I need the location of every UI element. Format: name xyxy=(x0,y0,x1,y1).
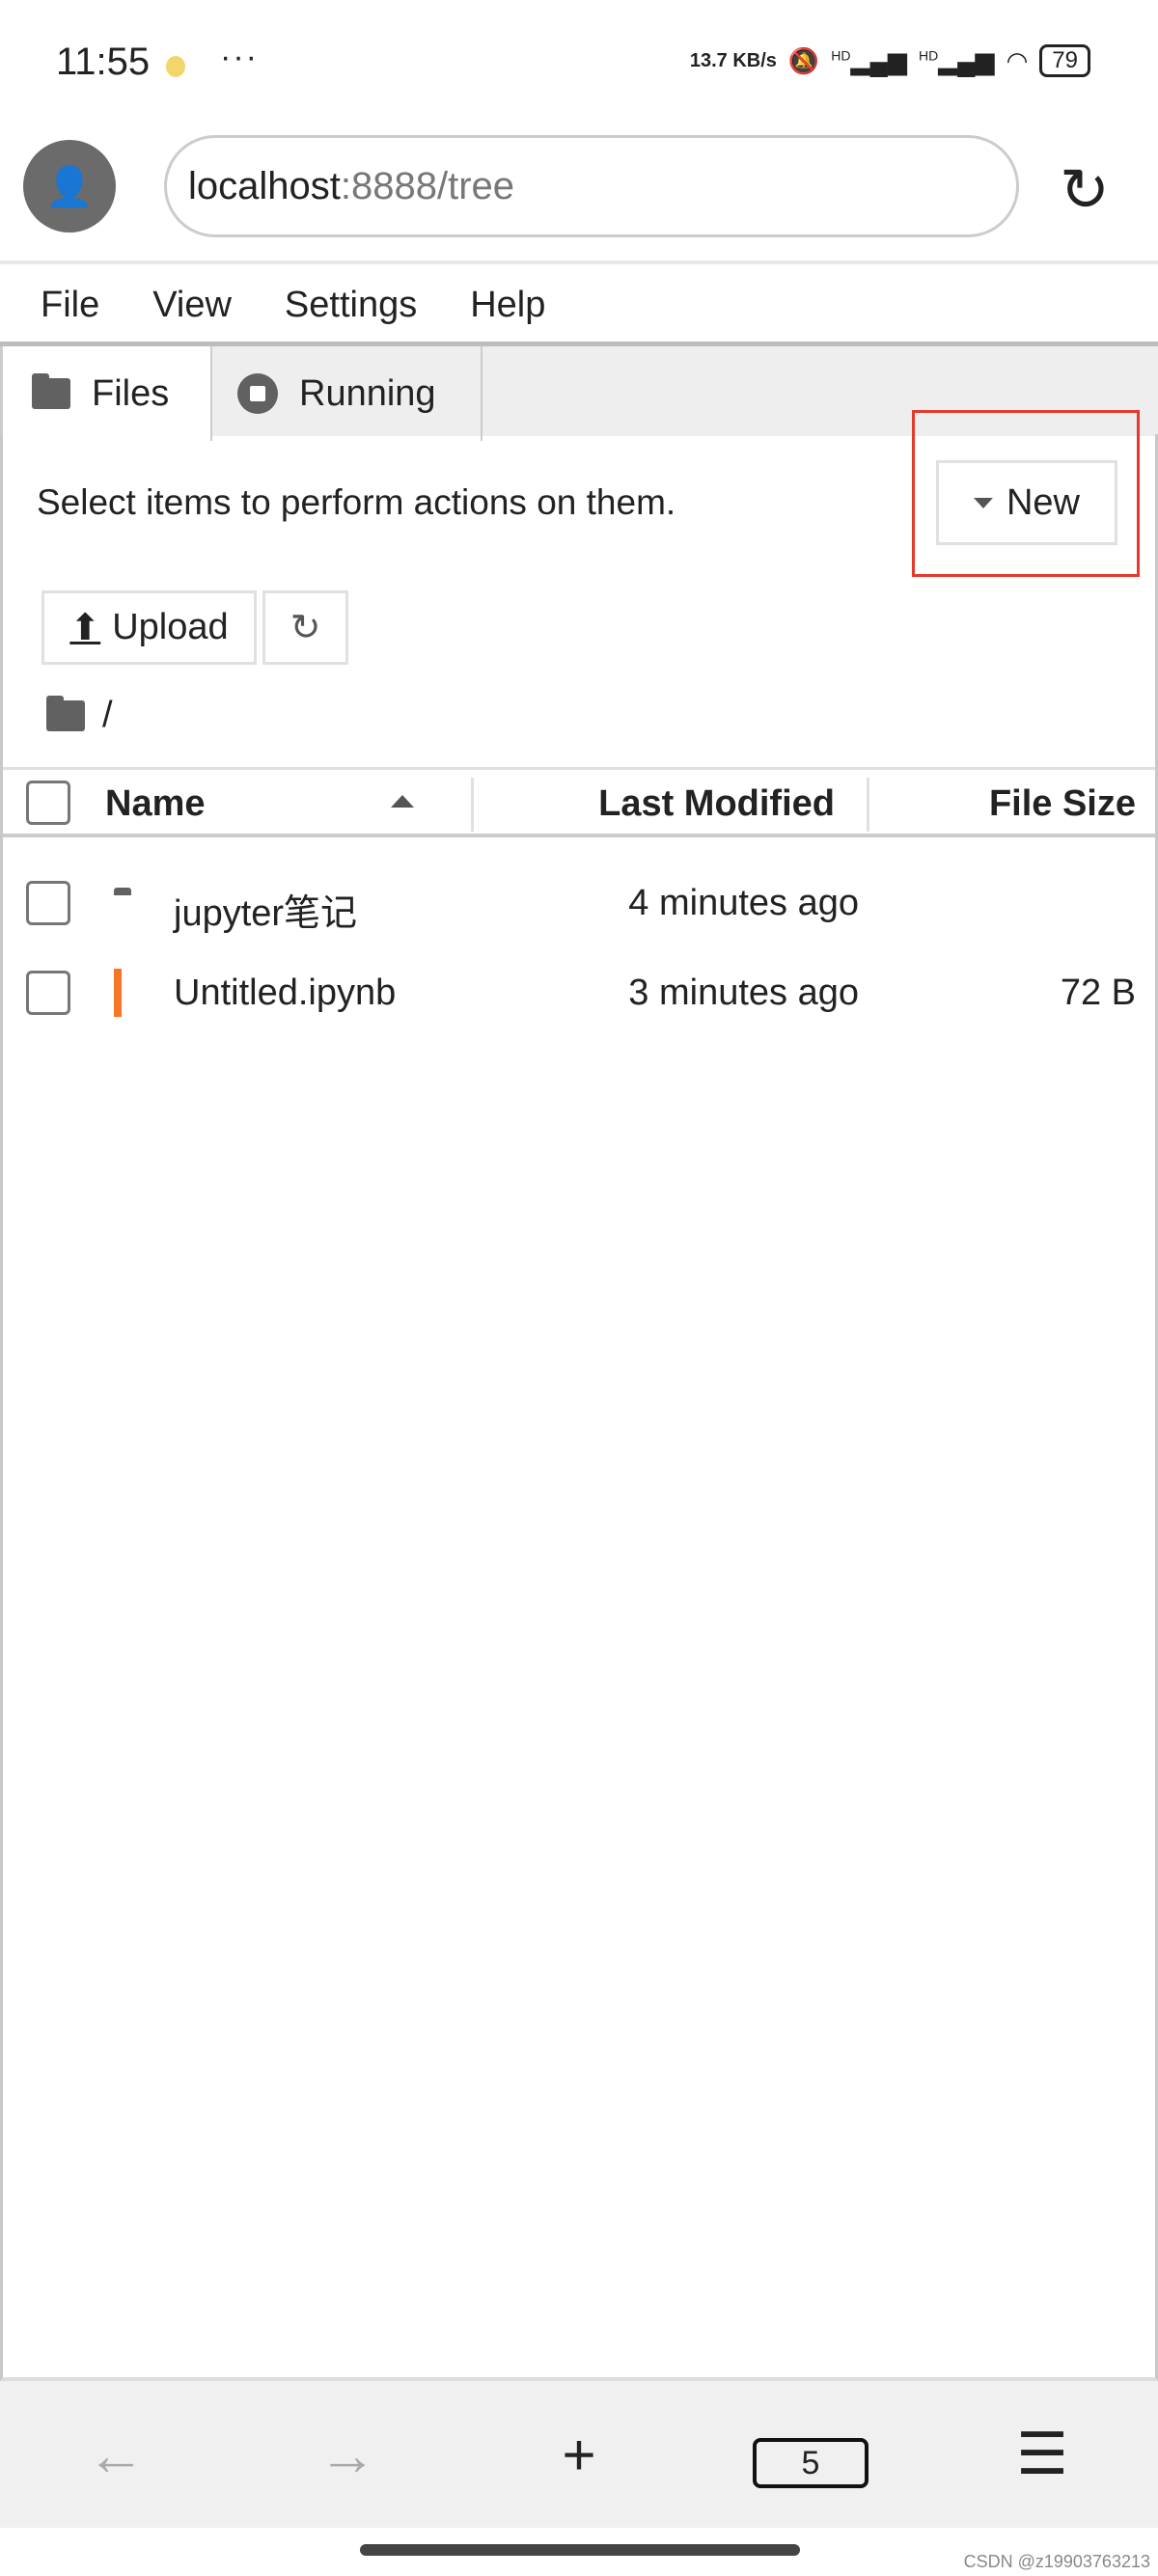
more-notifications-icon: ··· xyxy=(220,39,259,75)
selection-hint: Select items to perform actions on them. xyxy=(37,482,676,522)
url-host: localhost xyxy=(188,165,341,207)
breadcrumb[interactable]: / xyxy=(46,695,113,736)
upload-button[interactable]: ⬆ Upload xyxy=(41,590,257,665)
row-checkbox[interactable] xyxy=(26,971,70,1015)
tab-label: Running xyxy=(299,372,436,414)
row-checkbox[interactable] xyxy=(26,881,70,925)
signal-icon: HD▂▄▆ xyxy=(918,45,995,75)
tab-label: Files xyxy=(92,372,170,414)
column-divider[interactable] xyxy=(471,778,474,832)
status-icons: 13.7 KB/s 🔕 HD▂▄▆ HD▂▄▆ ◠ 79 xyxy=(690,44,1090,77)
last-modified: 3 minutes ago xyxy=(628,973,859,1013)
folder-icon xyxy=(32,373,70,409)
menu-icon[interactable]: ☰ xyxy=(984,2421,1100,2488)
browser-bottom-nav: ← → + 5 ☰ xyxy=(0,2381,1158,2528)
signal-icon: HD▂▄▆ xyxy=(831,45,907,75)
notification-icon xyxy=(166,56,185,77)
breadcrumb-root[interactable]: / xyxy=(102,695,113,736)
last-modified: 4 minutes ago xyxy=(628,883,859,923)
divider xyxy=(0,260,1158,264)
menu-settings[interactable]: Settings xyxy=(285,275,443,343)
url-path: :8888/tree xyxy=(340,165,515,207)
clock: 11:55 xyxy=(56,41,151,83)
tab-count: 5 xyxy=(753,2438,868,2488)
highlight-box xyxy=(912,410,1140,577)
tab-running[interactable]: Running xyxy=(210,346,482,441)
status-bar: 11:55 ··· 13.7 KB/s 🔕 HD▂▄▆ HD▂▄▆ ◠ 79 xyxy=(0,0,1158,125)
refresh-button[interactable]: ↻ xyxy=(262,590,348,665)
column-divider[interactable] xyxy=(867,778,869,832)
menu-help[interactable]: Help xyxy=(470,275,571,343)
menu-file[interactable]: File xyxy=(0,275,125,343)
home-indicator[interactable] xyxy=(360,2544,800,2556)
sort-ascending-icon[interactable] xyxy=(391,795,414,808)
upload-label: Upload xyxy=(112,607,229,647)
profile-avatar[interactable]: 👤 xyxy=(23,140,116,233)
mute-icon: 🔕 xyxy=(787,45,820,75)
file-name[interactable]: Untitled.ipynb xyxy=(174,973,396,1014)
upload-icon: ⬆ xyxy=(69,608,101,648)
folder-icon xyxy=(46,695,85,731)
tabs-button[interactable]: 5 xyxy=(753,2421,868,2488)
back-icon[interactable]: ← xyxy=(58,2422,174,2488)
new-tab-icon[interactable]: + xyxy=(521,2422,637,2488)
table-row[interactable]: jupyter笔记 4 minutes ago xyxy=(3,862,1155,948)
reload-icon[interactable]: ↻ xyxy=(1060,154,1110,225)
address-bar[interactable]: localhost:8888/tree xyxy=(164,135,1019,237)
select-all-checkbox[interactable] xyxy=(26,781,70,825)
stop-circle-icon xyxy=(237,373,278,414)
watermark: CSDN @z19903763213 xyxy=(963,2552,1150,2571)
net-speed: 13.7 KB/s xyxy=(689,50,777,71)
refresh-icon: ↻ xyxy=(290,608,321,648)
table-header: Name Last Modified File Size xyxy=(3,767,1155,837)
wifi-icon: ◠ xyxy=(1006,45,1029,75)
file-browser-panel xyxy=(0,434,1158,2381)
forward-icon[interactable]: → xyxy=(290,2422,405,2488)
header-file-size[interactable]: File Size xyxy=(989,783,1136,825)
header-last-modified[interactable]: Last Modified xyxy=(598,783,835,825)
table-row[interactable]: Untitled.ipynb 3 minutes ago 72 B xyxy=(3,951,1155,1038)
menu-bar: File View Settings Help xyxy=(0,275,571,343)
header-name[interactable]: Name xyxy=(105,783,206,825)
notebook-icon xyxy=(114,969,122,1017)
menu-view[interactable]: View xyxy=(152,275,258,343)
tab-files[interactable]: Files xyxy=(0,346,210,441)
file-size: 72 B xyxy=(1060,973,1136,1013)
file-name[interactable]: jupyter笔记 xyxy=(174,883,357,936)
battery-icon: 79 xyxy=(1039,44,1090,77)
